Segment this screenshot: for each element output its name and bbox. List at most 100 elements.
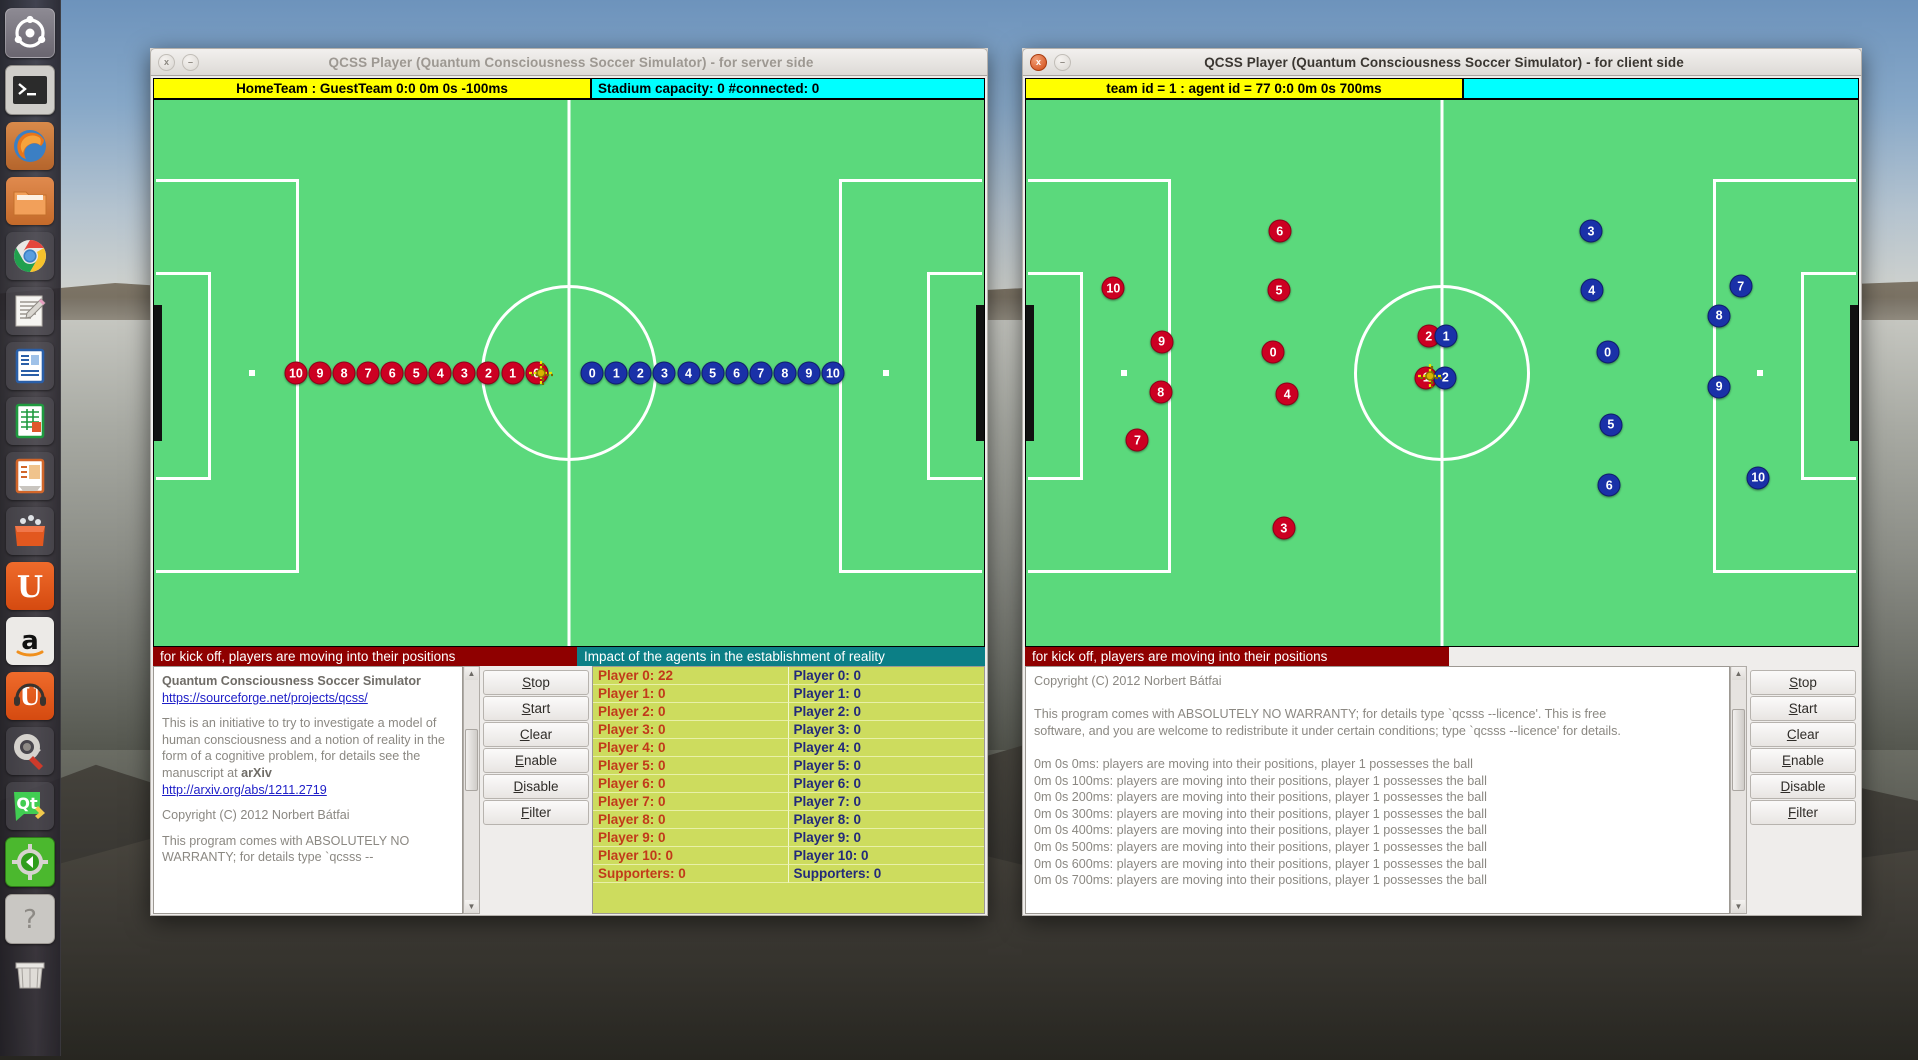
player-marker-red-6[interactable]: 6 bbox=[380, 361, 404, 385]
firefox-icon[interactable] bbox=[6, 122, 54, 170]
player-marker-red-7[interactable]: 7 bbox=[356, 361, 380, 385]
chrome-icon[interactable] bbox=[6, 232, 54, 280]
server-window[interactable]: x – QCSS Player (Quantum Consciousness S… bbox=[150, 48, 988, 916]
player-marker-blue-1[interactable]: 1 bbox=[604, 361, 628, 385]
ball-marker[interactable] bbox=[1417, 363, 1443, 389]
files-icon[interactable] bbox=[6, 177, 54, 225]
terminal-icon[interactable] bbox=[5, 65, 55, 115]
libreoffice-calc-icon[interactable] bbox=[6, 397, 54, 445]
player-marker-blue-7[interactable]: 7 bbox=[1729, 274, 1753, 298]
start-button[interactable]: Start bbox=[483, 696, 589, 721]
impact-row: Supporters: 0 bbox=[788, 865, 984, 883]
filter-button[interactable]: Filter bbox=[1750, 800, 1856, 825]
player-marker-red-8[interactable]: 8 bbox=[332, 361, 356, 385]
disable-button[interactable]: Disable bbox=[1750, 774, 1856, 799]
minimize-button[interactable]: – bbox=[1054, 53, 1071, 71]
player-marker-red-1[interactable]: 1 bbox=[501, 361, 525, 385]
server-titlebar[interactable]: x – QCSS Player (Quantum Consciousness S… bbox=[150, 48, 988, 76]
stop-button[interactable]: Stop bbox=[1750, 670, 1856, 695]
player-marker-blue-10[interactable]: 10 bbox=[821, 361, 845, 385]
close-button[interactable]: x bbox=[158, 53, 175, 71]
client-agent-status: team id = 1 : agent id = 77 0:0 0m 0s 70… bbox=[1025, 78, 1463, 99]
player-marker-red-4[interactable]: 4 bbox=[428, 361, 452, 385]
player-marker-blue-1[interactable]: 1 bbox=[1434, 324, 1458, 348]
trash-icon[interactable] bbox=[6, 951, 54, 999]
player-marker-red-0[interactable]: 0 bbox=[1261, 340, 1285, 364]
player-marker-red-2[interactable]: 2 bbox=[476, 361, 500, 385]
system-settings-icon[interactable] bbox=[6, 727, 54, 775]
player-marker-red-8[interactable]: 8 bbox=[1149, 380, 1173, 404]
player-marker-red-10[interactable]: 10 bbox=[1101, 276, 1125, 300]
ubuntu-one-icon[interactable]: U bbox=[6, 562, 54, 610]
player-marker-blue-5[interactable]: 5 bbox=[701, 361, 725, 385]
impact-column-home: Player 0: 22 Player 1: 0 Player 2: 0 Player… bbox=[593, 667, 789, 913]
clear-button[interactable]: Clear bbox=[483, 722, 589, 747]
client-window-title: QCSS Player (Quantum Consciousness Socce… bbox=[1204, 54, 1684, 70]
server-pitch[interactable]: 109876543210012345678910 bbox=[153, 99, 985, 647]
player-marker-red-3[interactable]: 3 bbox=[452, 361, 476, 385]
server-button-column: Stop Start Clear Enable Disable Filter bbox=[480, 666, 592, 914]
player-marker-blue-0[interactable]: 0 bbox=[580, 361, 604, 385]
ubuntu-one-music-icon[interactable]: U bbox=[6, 672, 54, 720]
player-marker-blue-8[interactable]: 8 bbox=[1707, 304, 1731, 328]
player-marker-blue-5[interactable]: 5 bbox=[1599, 413, 1623, 437]
libreoffice-impress-icon[interactable] bbox=[6, 452, 54, 500]
minimize-button[interactable]: – bbox=[182, 53, 199, 71]
player-marker-blue-3[interactable]: 3 bbox=[1579, 219, 1603, 243]
client-log-scrollbar[interactable]: ▲ ▼ bbox=[1730, 666, 1747, 914]
player-marker-blue-9[interactable]: 9 bbox=[797, 361, 821, 385]
player-marker-blue-7[interactable]: 7 bbox=[749, 361, 773, 385]
scroll-down-icon[interactable]: ▼ bbox=[1732, 900, 1745, 913]
player-marker-blue-8[interactable]: 8 bbox=[773, 361, 797, 385]
arxiv-link[interactable]: http://arxiv.org/abs/1211.2719 bbox=[162, 783, 327, 797]
player-marker-blue-0[interactable]: 0 bbox=[1596, 340, 1620, 364]
software-center-icon[interactable] bbox=[6, 507, 54, 555]
player-marker-blue-2[interactable]: 2 bbox=[628, 361, 652, 385]
ball-marker[interactable] bbox=[528, 360, 554, 386]
scroll-up-icon[interactable]: ▲ bbox=[1732, 667, 1745, 680]
disable-button[interactable]: Disable bbox=[483, 774, 589, 799]
player-marker-red-9[interactable]: 9 bbox=[308, 361, 332, 385]
help-icon[interactable]: ? bbox=[5, 894, 55, 944]
player-marker-red-5[interactable]: 5 bbox=[404, 361, 428, 385]
player-marker-red-3[interactable]: 3 bbox=[1272, 516, 1296, 540]
player-marker-blue-6[interactable]: 6 bbox=[1597, 473, 1621, 497]
amazon-icon[interactable]: a bbox=[6, 617, 54, 665]
client-log-pane[interactable]: Copyright (C) 2012 Norbert Bátfai This p… bbox=[1025, 666, 1730, 914]
log-line: Copyright (C) 2012 Norbert Bátfai bbox=[1034, 674, 1222, 688]
player-marker-red-10[interactable]: 10 bbox=[284, 361, 308, 385]
scroll-down-icon[interactable]: ▼ bbox=[465, 900, 478, 913]
scroll-up-icon[interactable]: ▲ bbox=[465, 667, 478, 680]
player-marker-red-7[interactable]: 7 bbox=[1125, 428, 1149, 452]
ubuntu-dash-icon[interactable] bbox=[5, 8, 55, 58]
player-marker-red-4[interactable]: 4 bbox=[1275, 382, 1299, 406]
clear-button[interactable]: Clear bbox=[1750, 722, 1856, 747]
text-editor-icon[interactable] bbox=[6, 287, 54, 335]
player-marker-blue-9[interactable]: 9 bbox=[1707, 375, 1731, 399]
player-marker-red-6[interactable]: 6 bbox=[1268, 219, 1292, 243]
qcss-app-icon[interactable] bbox=[5, 837, 55, 887]
player-marker-blue-10[interactable]: 10 bbox=[1746, 466, 1770, 490]
player-marker-blue-4[interactable]: 4 bbox=[677, 361, 701, 385]
client-pitch[interactable]: 610590847321317480295610 bbox=[1025, 99, 1859, 647]
impact-row: Player 10: 0 bbox=[593, 847, 789, 865]
enable-button[interactable]: Enable bbox=[483, 748, 589, 773]
libreoffice-writer-icon[interactable] bbox=[6, 342, 54, 390]
server-info-scrollbar[interactable]: ▲ ▼ bbox=[463, 666, 480, 914]
player-marker-blue-6[interactable]: 6 bbox=[725, 361, 749, 385]
enable-button[interactable]: Enable bbox=[1750, 748, 1856, 773]
start-button[interactable]: Start bbox=[1750, 696, 1856, 721]
stop-button[interactable]: Stop bbox=[483, 670, 589, 695]
filter-button[interactable]: Filter bbox=[483, 800, 589, 825]
client-titlebar[interactable]: x – QCSS Player (Quantum Consciousness S… bbox=[1022, 48, 1862, 76]
server-info-pane[interactable]: Quantum Consciousness Soccer Simulator h… bbox=[153, 666, 463, 914]
player-marker-red-5[interactable]: 5 bbox=[1267, 278, 1291, 302]
player-marker-red-9[interactable]: 9 bbox=[1150, 330, 1174, 354]
client-window[interactable]: x – QCSS Player (Quantum Consciousness S… bbox=[1022, 48, 1862, 916]
close-button[interactable]: x bbox=[1030, 53, 1047, 71]
qt-creator-icon[interactable]: Qt bbox=[6, 782, 54, 830]
sourceforge-link[interactable]: https://sourceforge.net/projects/qcss/ bbox=[162, 691, 368, 705]
player-marker-blue-3[interactable]: 3 bbox=[652, 361, 676, 385]
player-marker-blue-4[interactable]: 4 bbox=[1580, 278, 1604, 302]
